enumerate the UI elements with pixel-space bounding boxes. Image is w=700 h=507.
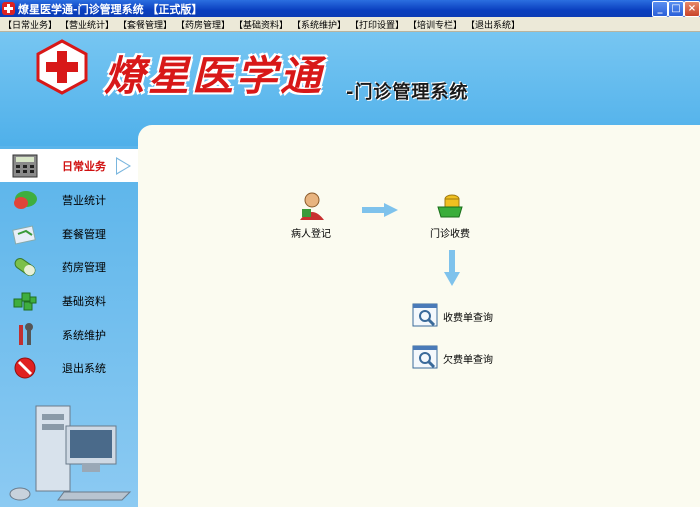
- menu-basic-data[interactable]: 【基础资料】: [234, 18, 288, 31]
- sidebar-item-label: 退出系统: [62, 362, 106, 375]
- sidebar-item-business-statistics[interactable]: 营业统计: [0, 183, 138, 216]
- sidebar-item-basic-data[interactable]: 基础资料: [0, 284, 138, 317]
- chart-icon: [14, 191, 37, 209]
- sidebar: 日常业务 营业统计 套餐管理 药房管理 基础资料 系统维护 退出系统: [0, 146, 138, 507]
- sidebar-item-label: 系统维护: [62, 329, 106, 342]
- menu-system-maintenance[interactable]: 【系统维护】: [292, 18, 346, 31]
- sidebar-item-label: 药房管理: [62, 261, 106, 274]
- patient-register-node[interactable]: 病人登记: [281, 191, 341, 240]
- app-icon: [2, 2, 15, 15]
- sidebar-item-system-maintenance[interactable]: 系统维护: [0, 318, 138, 351]
- close-button[interactable]: ×: [684, 1, 700, 17]
- patient-register-label: 病人登记: [291, 229, 331, 240]
- menu-exit-system[interactable]: 【退出系统】: [466, 18, 520, 31]
- package-icon: [12, 225, 36, 245]
- system-subtitle: -门诊管理系统: [346, 82, 469, 103]
- brand-name: 燎星医学通: [104, 52, 324, 100]
- minimize-button[interactable]: _: [652, 1, 668, 17]
- sidebar-item-exit-system[interactable]: 退出系统: [0, 351, 138, 384]
- arrow-down-icon: [444, 250, 460, 286]
- charge-query-label: 收费单查询: [443, 313, 493, 324]
- sidebar-item-label: 基础资料: [62, 295, 106, 308]
- arrears-query-label: 欠费单查询: [443, 355, 493, 366]
- menu-business-statistics[interactable]: 【营业统计】: [60, 18, 114, 31]
- arrears-query-link[interactable]: 欠费单查询: [412, 344, 512, 374]
- sidebar-item-package-management[interactable]: 套餐管理: [0, 217, 138, 250]
- tools-icon: [19, 323, 33, 345]
- sidebar-item-label: 日常业务: [62, 160, 106, 173]
- medical-cross-logo-icon: [36, 39, 88, 95]
- sidebar-item-daily-business[interactable]: 日常业务: [0, 149, 138, 182]
- menu-daily-business[interactable]: 【日常业务】: [3, 18, 57, 31]
- window-title: 燎星医学通-门诊管理系统 【正式版】: [18, 3, 203, 16]
- menu-bar: 【日常业务】 【营业统计】 【套餐管理】 【药房管理】 【基础资料】 【系统维护…: [0, 17, 700, 32]
- main-content: 病人登记 门诊收费 收费单查询 欠费单查询: [138, 125, 700, 507]
- sidebar-item-label: 套餐管理: [62, 228, 106, 241]
- coins-icon: [437, 194, 463, 218]
- menu-training[interactable]: 【培训专栏】: [408, 18, 462, 31]
- pill-icon: [14, 258, 36, 276]
- maximize-button[interactable]: □: [668, 1, 684, 17]
- outpatient-charge-label: 门诊收费: [430, 229, 470, 240]
- computer-illustration-icon: [9, 405, 132, 501]
- patient-icon: [300, 192, 324, 220]
- magnifier-document-icon: [412, 303, 438, 327]
- charge-query-link[interactable]: 收费单查询: [412, 302, 512, 332]
- menu-package-management[interactable]: 【套餐管理】: [118, 18, 172, 31]
- title-bar: 燎星医学通-门诊管理系统 【正式版】 _ □ ×: [0, 0, 700, 17]
- menu-print-settings[interactable]: 【打印设置】: [350, 18, 404, 31]
- arrow-right-icon: [362, 203, 398, 217]
- calculator-icon: [12, 154, 38, 178]
- sidebar-item-pharmacy-management[interactable]: 药房管理: [0, 250, 138, 283]
- menu-pharmacy-management[interactable]: 【药房管理】: [176, 18, 230, 31]
- exit-icon: [14, 357, 36, 379]
- magnifier-document-icon: [412, 345, 438, 369]
- outpatient-charge-node[interactable]: 门诊收费: [420, 191, 480, 240]
- sidebar-item-label: 营业统计: [62, 194, 106, 207]
- cubes-icon: [13, 292, 37, 311]
